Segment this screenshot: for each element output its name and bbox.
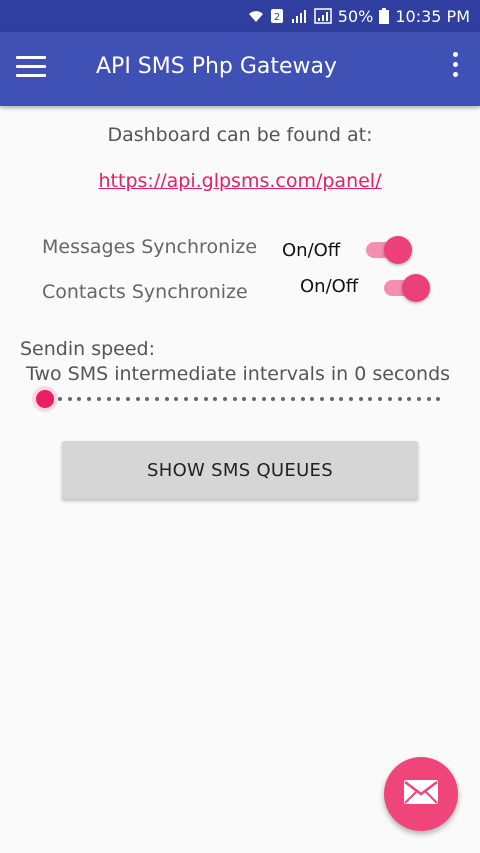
interval-text: Two SMS intermediate intervals in 0 seco… (26, 363, 451, 385)
slider-tick (203, 397, 208, 401)
compose-fab-button[interactable] (384, 757, 458, 831)
slider-tick (106, 397, 111, 401)
slider-tick (96, 397, 101, 401)
signal-icon (314, 8, 332, 24)
slider-tick (358, 397, 363, 401)
signal-icon (290, 8, 308, 24)
speed-slider[interactable] (36, 388, 441, 410)
slider-tick (271, 397, 276, 401)
slider-tick (310, 397, 315, 401)
slider-tick (242, 397, 247, 401)
slider-tick (416, 397, 421, 401)
more-vert-icon[interactable] (450, 52, 460, 86)
slider-tick (339, 397, 344, 401)
battery-icon (379, 8, 390, 24)
slider-tick (67, 397, 72, 401)
battery-percent: 50% (337, 6, 374, 26)
contacts-onoff-label: On/Off (300, 276, 359, 297)
slider-tick (145, 397, 150, 401)
sending-speed-label: Sendin speed: (20, 338, 156, 360)
slider-tick (87, 397, 92, 401)
slider-tick (407, 397, 412, 401)
status-bar: 2 50% 10:35 PM (0, 0, 480, 32)
switch-thumb (402, 274, 430, 302)
slider-tick (77, 397, 82, 401)
slider-tick (426, 397, 431, 401)
sim-icon: 2 (270, 8, 284, 24)
slider-tick (116, 397, 121, 401)
messages-onoff-label: On/Off (282, 240, 341, 261)
show-sms-queues-button[interactable]: SHOW SMS QUEUES (62, 441, 418, 499)
slider-tick (436, 397, 441, 401)
slider-tick (387, 397, 392, 401)
slider-tick (174, 397, 179, 401)
clock: 10:35 PM (395, 6, 470, 26)
slider-tick (125, 397, 130, 401)
app-bar: API SMS Php Gateway (0, 32, 480, 106)
contacts-sync-label: Contacts Synchronize (42, 281, 248, 303)
app-title: API SMS Php Gateway (96, 54, 338, 79)
slider-tick (261, 397, 266, 401)
slider-thumb[interactable] (36, 390, 54, 408)
slider-tick (252, 397, 256, 401)
slider-tick (349, 397, 353, 401)
slider-tick (281, 397, 286, 401)
slider-tick (184, 397, 189, 401)
slider-tick (135, 397, 140, 401)
sim-number: 2 (274, 12, 280, 23)
slider-tick (378, 397, 383, 401)
dashboard-link[interactable]: https://api.glpsms.com/panel/ (0, 170, 480, 192)
slider-tick (155, 397, 159, 401)
slider-tick (193, 397, 198, 401)
slider-tick (222, 397, 227, 401)
slider-tick (213, 397, 218, 401)
contacts-sync-switch[interactable] (382, 272, 430, 302)
slider-tick (232, 397, 237, 401)
slider-tick (290, 397, 295, 401)
switch-thumb (384, 236, 412, 264)
hamburger-menu-icon[interactable] (16, 56, 46, 82)
dashboard-label: Dashboard can be found at: (107, 124, 373, 146)
slider-tick (164, 397, 169, 401)
wifi-icon (248, 8, 264, 24)
slider-tick (397, 397, 402, 401)
mail-icon (404, 780, 438, 808)
slider-tick (368, 397, 373, 401)
slider-tick (319, 397, 324, 401)
messages-sync-label: Messages Synchronize (42, 236, 258, 258)
messages-sync-switch[interactable] (364, 234, 412, 264)
slider-tick (300, 397, 305, 401)
slider-tick (58, 397, 62, 401)
slider-tick (329, 397, 334, 401)
